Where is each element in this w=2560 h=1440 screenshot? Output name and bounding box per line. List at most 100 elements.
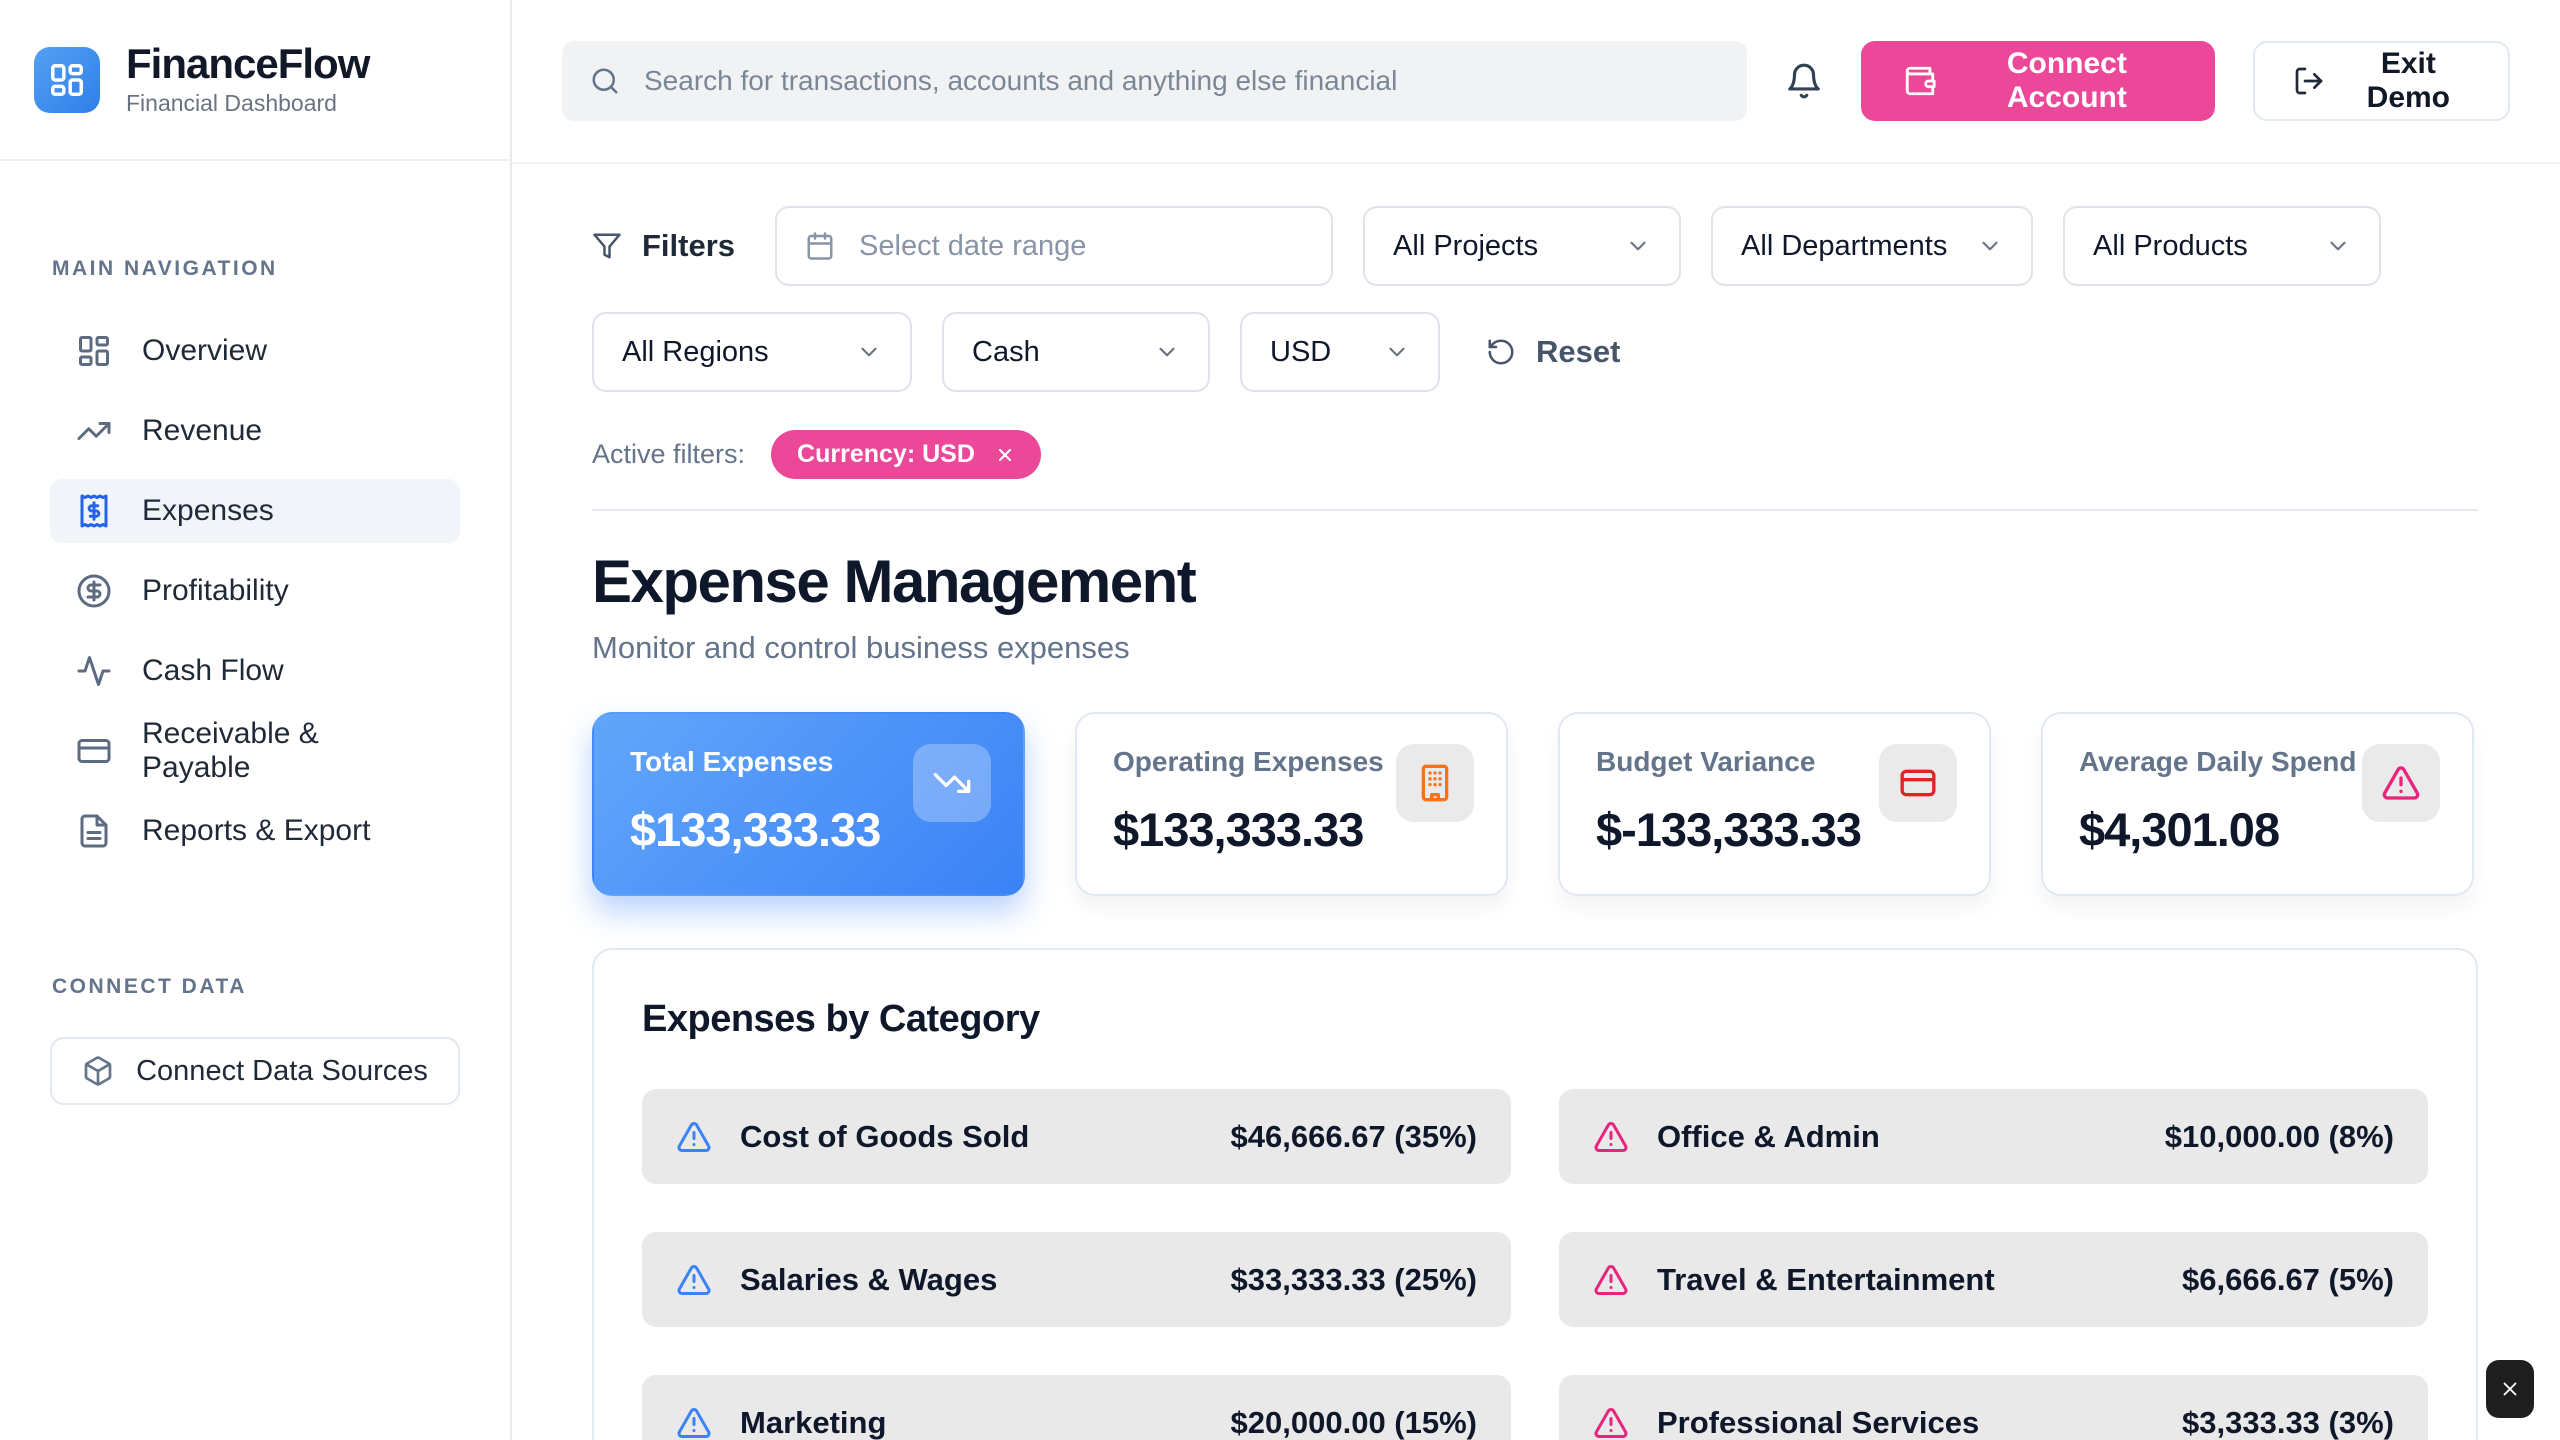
sidebar-item-overview[interactable]: Overview [50,319,460,383]
alert-triangle-icon [1593,1405,1629,1440]
alert-triangle-icon [676,1262,712,1298]
connect-data-sources-button[interactable]: Connect Data Sources [50,1037,460,1105]
layout-dashboard-icon [76,333,112,369]
stat-card-operating-expenses[interactable]: Operating Expenses $133,333.33 [1075,712,1508,896]
topbar: Connect Account Exit Demo [512,0,2560,164]
active-filter-chip-currency[interactable]: Currency: USD [771,430,1041,479]
reset-filters-button[interactable]: Reset [1486,334,1620,370]
stat-cards: Total Expenses $133,333.33 Operating Exp… [592,712,2478,896]
search-input[interactable] [644,65,1719,97]
stat-card-budget-variance[interactable]: Budget Variance $-133,333.33 [1558,712,1991,896]
category-value: $6,666.67 (5%) [2182,1262,2394,1298]
chevron-down-icon [1977,233,2003,259]
category-name: Office & Admin [1657,1119,1880,1155]
main-navigation-label: MAIN NAVIGATION [0,257,510,281]
sidebar-item-label: Profitability [142,574,289,608]
receipt-icon [76,493,112,529]
connect-data-label: CONNECT DATA [0,975,510,999]
stat-card-total-expenses[interactable]: Total Expenses $133,333.33 [592,712,1025,896]
stat-card-average-daily-spend[interactable]: Average Daily Spend $4,301.08 [2041,712,2474,896]
category-value: $10,000.00 (8%) [2165,1119,2394,1155]
sidebar-item-label: Overview [142,334,267,368]
exit-demo-label: Exit Demo [2347,47,2470,115]
reset-label: Reset [1536,334,1620,370]
sidebar-item-expenses[interactable]: Expenses [50,479,460,543]
close-icon[interactable] [995,445,1015,465]
category-row-professional-services: Professional Services $3,333.33 (3%) [1559,1375,2428,1440]
alert-triangle-icon [2362,744,2440,822]
sidebar-nav: Overview Revenue Expenses Profitability [0,319,510,863]
funnel-icon [592,231,622,261]
filters-row-1: Filters Select date range All Projects A… [592,206,2478,286]
filters-heading: Filters [592,228,735,264]
connect-data-sources-label: Connect Data Sources [136,1055,428,1088]
sidebar-item-label: Cash Flow [142,654,284,688]
payment-method-select[interactable]: Cash [942,312,1210,392]
sidebar-item-profitability[interactable]: Profitability [50,559,460,623]
products-select-value: All Products [2093,230,2248,263]
filters-row-2: All Regions Cash USD [592,312,2478,392]
sidebar-item-label: Reports & Export [142,814,370,848]
credit-card-icon [1879,744,1957,822]
sidebar-item-receivable-payable[interactable]: Receivable & Payable [50,719,460,783]
log-out-icon [2293,65,2325,97]
projects-select[interactable]: All Projects [1363,206,1681,286]
sidebar-item-label: Revenue [142,414,262,448]
section-divider [592,509,2478,511]
sidebar-item-label: Expenses [142,494,274,528]
category-row-marketing: Marketing $20,000.00 (15%) [642,1375,1511,1440]
chevron-down-icon [1625,233,1651,259]
credit-card-icon [76,733,112,769]
exit-demo-button[interactable]: Exit Demo [2253,41,2510,121]
close-icon [2499,1378,2521,1400]
category-value: $20,000.00 (15%) [1231,1405,1477,1440]
category-row-travel-entertainment: Travel & Entertainment $6,666.67 (5%) [1559,1232,2428,1327]
search-icon [590,66,620,96]
trending-up-icon [76,413,112,449]
filters-label: Filters [642,228,735,264]
connect-account-button[interactable]: Connect Account [1861,41,2215,121]
dismiss-overlay-button[interactable] [2486,1360,2534,1418]
chevron-down-icon [1154,339,1180,365]
main-area: Connect Account Exit Demo Filters [512,0,2560,1440]
chevron-down-icon [2325,233,2351,259]
app-tagline: Financial Dashboard [126,90,369,117]
category-row-salaries-wages: Salaries & Wages $33,333.33 (25%) [642,1232,1511,1327]
chevron-down-icon [856,339,882,365]
date-range-placeholder: Select date range [859,230,1086,263]
category-value: $3,333.33 (3%) [2182,1405,2394,1440]
category-value: $33,333.33 (25%) [1231,1262,1477,1298]
date-range-picker[interactable]: Select date range [775,206,1333,286]
products-select[interactable]: All Products [2063,206,2381,286]
notifications-button[interactable] [1785,62,1823,100]
page-title: Expense Management [592,547,2478,616]
trending-down-icon [913,744,991,822]
currency-select-value: USD [1270,336,1331,369]
file-text-icon [76,813,112,849]
activity-icon [76,653,112,689]
box-icon [82,1055,114,1087]
category-row-cost-of-goods-sold: Cost of Goods Sold $46,666.67 (35%) [642,1089,1511,1184]
sidebar-item-revenue[interactable]: Revenue [50,399,460,463]
active-filter-chip-label: Currency: USD [797,440,975,469]
alert-triangle-icon [676,1119,712,1155]
alert-triangle-icon [676,1405,712,1440]
app-logo-icon [34,47,100,113]
departments-select[interactable]: All Departments [1711,206,2033,286]
page-subtitle: Monitor and control business expenses [592,630,2478,666]
departments-select-value: All Departments [1741,230,1947,263]
category-name: Travel & Entertainment [1657,1262,1995,1298]
sidebar-item-cash-flow[interactable]: Cash Flow [50,639,460,703]
payment-method-select-value: Cash [972,336,1040,369]
app-title: FinanceFlow [126,42,369,86]
currency-select[interactable]: USD [1240,312,1440,392]
sidebar-item-reports-export[interactable]: Reports & Export [50,799,460,863]
chevron-down-icon [1384,339,1410,365]
category-name: Marketing [740,1405,886,1440]
category-name: Cost of Goods Sold [740,1119,1029,1155]
projects-select-value: All Projects [1393,230,1538,263]
category-grid: Cost of Goods Sold $46,666.67 (35%) Offi… [642,1089,2428,1440]
content: Filters Select date range All Projects A… [512,164,2560,1440]
category-name: Professional Services [1657,1405,1979,1440]
regions-select[interactable]: All Regions [592,312,912,392]
